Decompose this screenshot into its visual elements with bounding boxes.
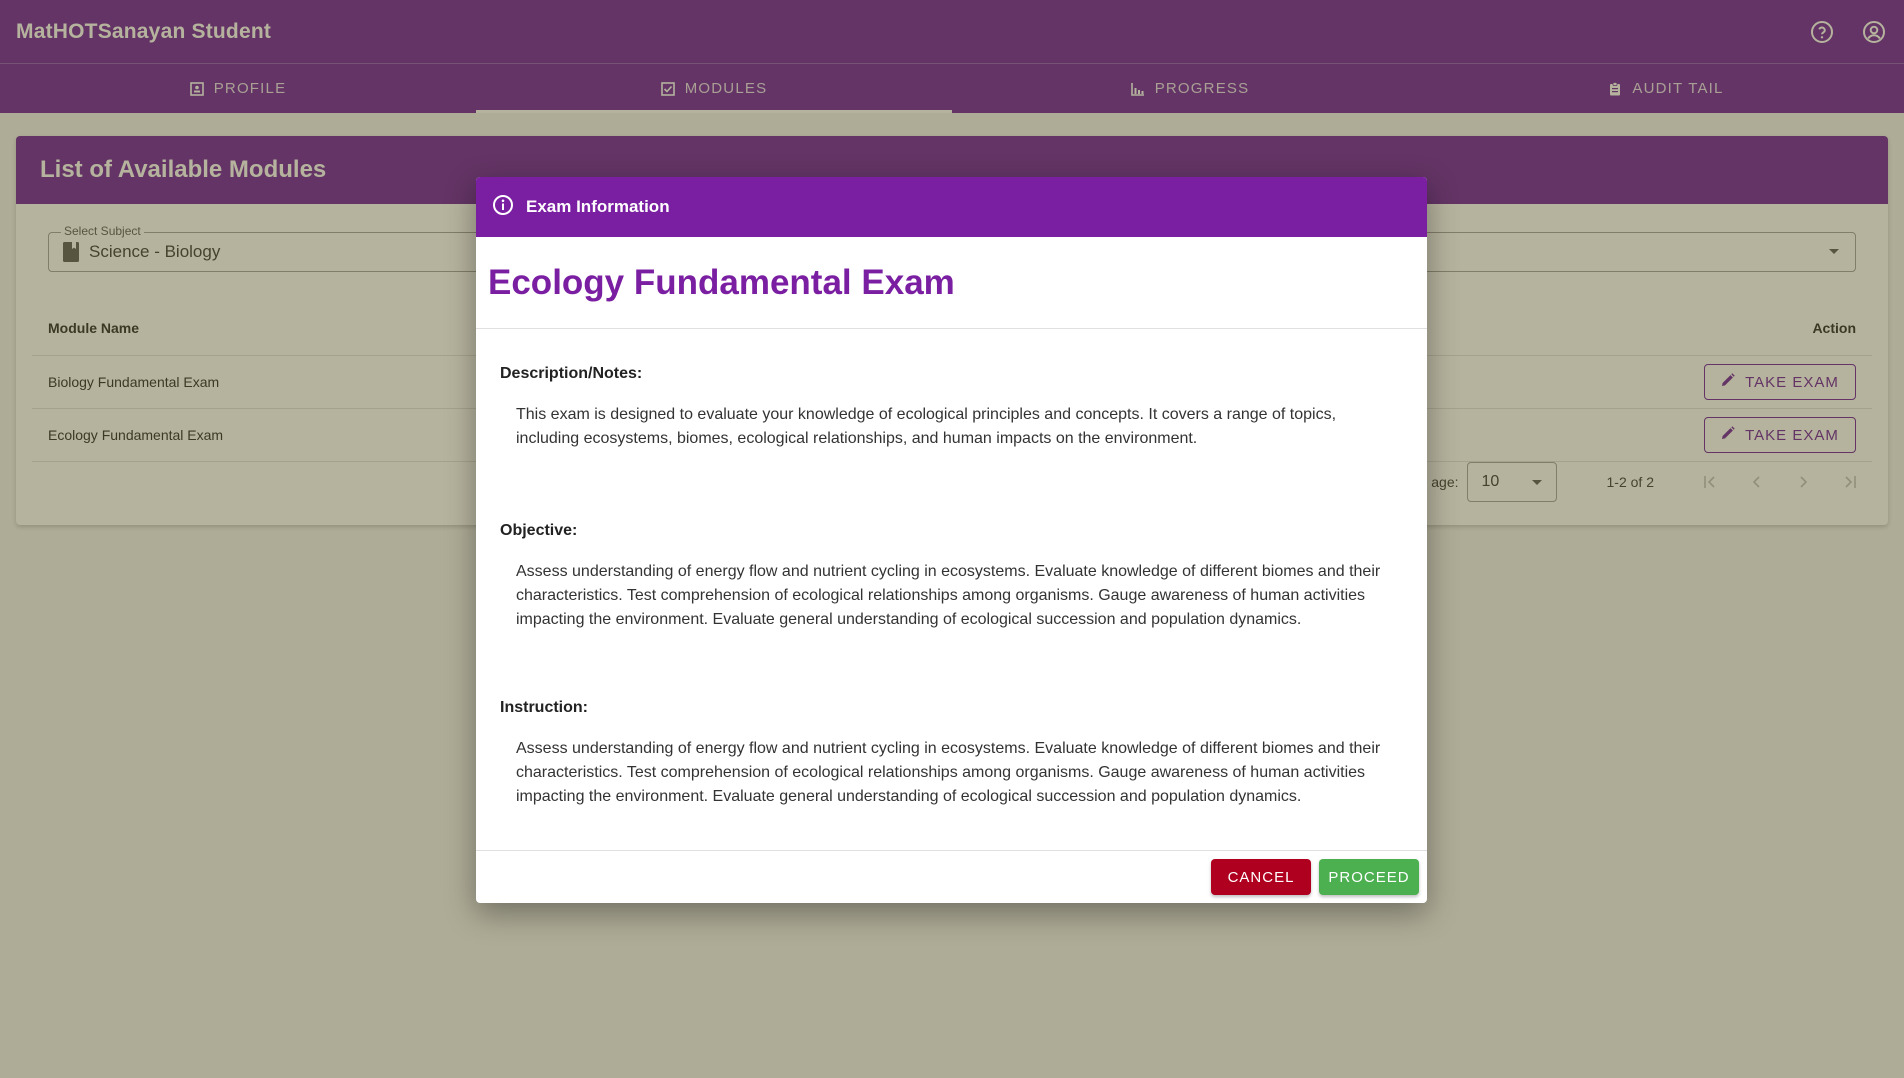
description-text: This exam is designed to evaluate your k… [500,403,1403,451]
cancel-button[interactable]: CANCEL [1211,859,1311,895]
dialog-body: Description/Notes: This exam is designed… [476,365,1427,809]
instruction-text: Assess understanding of energy flow and … [500,737,1403,809]
exam-info-dialog: Exam Information Ecology Fundamental Exa… [476,177,1427,903]
objective-heading: Objective: [500,522,578,539]
dialog-header-label: Exam Information [526,197,670,216]
dialog-header: Exam Information [476,177,1427,237]
text-line: This exam is designed to evaluate your k… [516,406,1337,423]
text-line: impacting the environment. Evaluate gene… [516,611,1302,628]
text-line: characteristics. Test comprehension of e… [516,764,1366,781]
instruction-heading: Instruction: [500,699,588,716]
objective-text: Assess understanding of energy flow and … [500,560,1403,632]
text-line: including ecosystems, biomes, ecological… [516,430,1198,447]
info-icon [492,194,514,221]
text-line: characteristics. Test comprehension of e… [516,587,1366,604]
text-line: Assess understanding of energy flow and … [516,563,1381,580]
description-heading: Description/Notes: [500,365,643,382]
text-line: Assess understanding of energy flow and … [516,740,1381,757]
proceed-button[interactable]: PROCEED [1319,859,1419,895]
text-line: impacting the environment. Evaluate gene… [516,788,1302,805]
dialog-actions: CANCEL PROCEED [476,850,1427,903]
exam-title: Ecology Fundamental Exam [476,237,1427,329]
